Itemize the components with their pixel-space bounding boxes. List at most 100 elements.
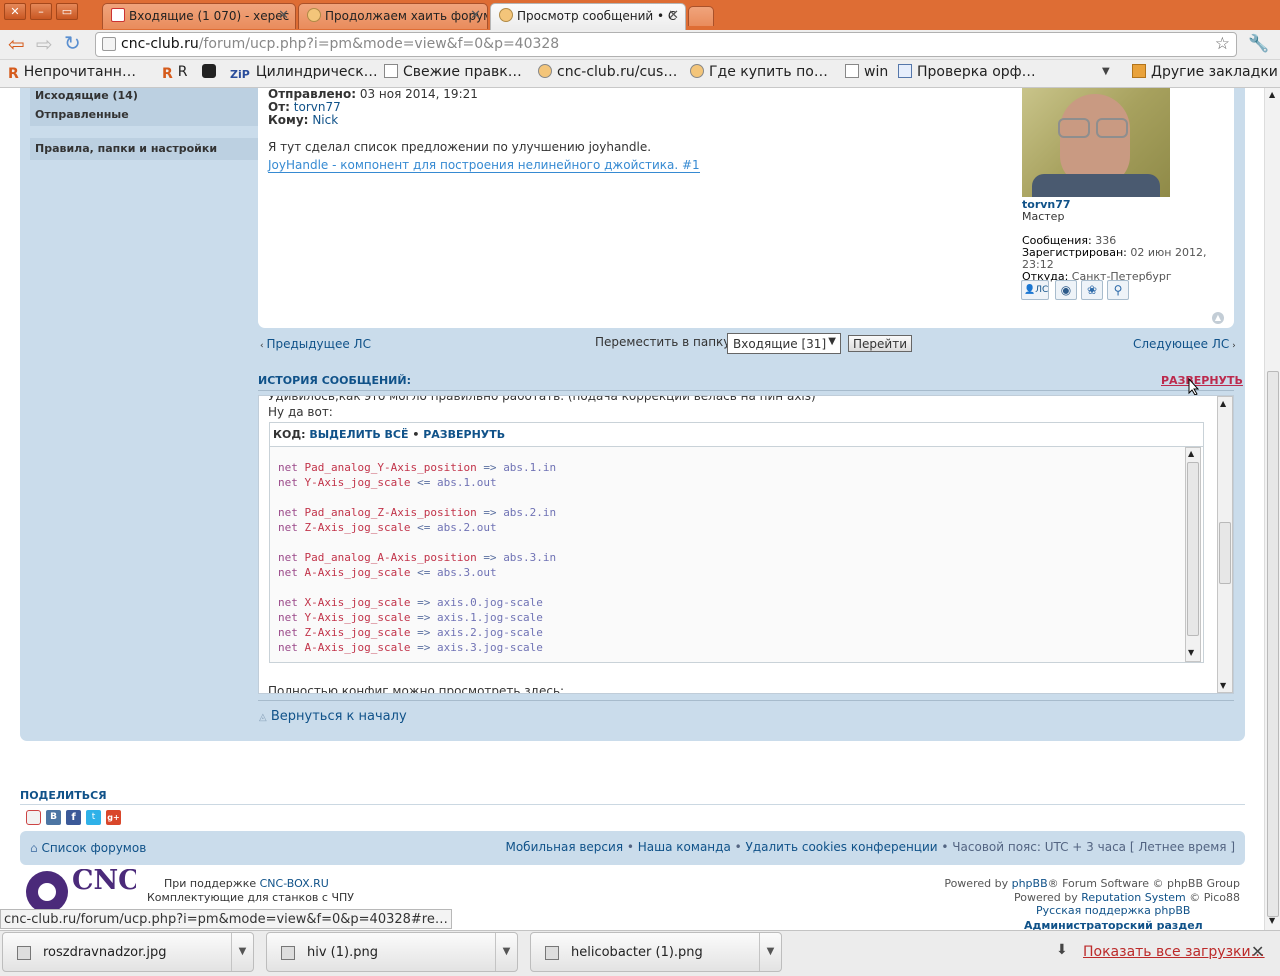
to-link[interactable]: Nick: [312, 113, 338, 127]
team-link[interactable]: Наша команда: [638, 840, 731, 854]
minimize-window-icon[interactable]: –: [30, 3, 52, 20]
code-scroll-thumb[interactable]: [1187, 462, 1199, 636]
back-icon[interactable]: ⇦: [8, 34, 25, 54]
cnc-box-link[interactable]: CNC-BOX.RU: [260, 877, 329, 890]
bookmark-item[interactable]: win: [845, 64, 888, 80]
next-pm-link[interactable]: Следующее ЛС ›: [1133, 337, 1236, 351]
close-tab-icon[interactable]: ✕: [278, 8, 289, 23]
page-scroll-thumb[interactable]: [1267, 371, 1279, 917]
scroll-up-icon[interactable]: ▲: [1220, 399, 1226, 408]
prev-pm-link[interactable]: ‹ Предыдущее ЛС: [260, 337, 371, 351]
code-header: КОД: ВЫДЕЛИТЬ ВСЁ • РАЗВЕРНУТЬ: [270, 423, 1203, 447]
phpbb-link[interactable]: phpBB: [1012, 877, 1048, 890]
expand-history-link[interactable]: РАЗВЕРНУТЬ: [1161, 374, 1243, 387]
sidebar-item-sent[interactable]: Отправленные: [30, 104, 258, 126]
next-pm-label: Следующее ЛС: [1133, 337, 1230, 351]
close-tab-icon[interactable]: ✕: [668, 8, 679, 23]
history-scroll-thumb[interactable]: [1219, 522, 1231, 584]
bookmark-item[interactable]: [202, 64, 221, 80]
code-token: Y-Axis_jog_scale: [304, 611, 411, 624]
scroll-down-icon[interactable]: ▼: [1220, 681, 1226, 690]
new-tab-button[interactable]: [688, 6, 714, 26]
delete-cookies-link[interactable]: Удалить cookies конференции: [746, 840, 938, 854]
tab-messages[interactable]: Просмотр сообщений • С ✕: [490, 3, 686, 30]
scroll-up-icon[interactable]: ▲: [1269, 90, 1275, 99]
scroll-down-icon[interactable]: ▼: [1188, 648, 1194, 657]
download-item[interactable]: roszdravnadzor.jpg ▼: [2, 932, 254, 972]
history-scrollbar[interactable]: ▲ ▼: [1217, 396, 1233, 693]
code-scrollbar[interactable]: ▲ ▼: [1185, 447, 1201, 662]
twitter-icon[interactable]: t: [86, 810, 101, 825]
facebook-icon[interactable]: f: [66, 810, 81, 825]
tab-title: Просмотр сообщений • С: [517, 9, 677, 23]
avatar-glasses: [1096, 118, 1128, 138]
vk-icon[interactable]: В: [46, 810, 61, 825]
forum-list-link[interactable]: ⌂ Список форумов: [30, 841, 146, 855]
bookmark-item[interactable]: Где купить по…: [690, 64, 828, 80]
go-button[interactable]: Перейти: [848, 335, 912, 352]
close-icon[interactable]: ✕: [1251, 942, 1264, 961]
code-line: net Pad_analog_A-Axis_position => abs.3.…: [278, 550, 1185, 565]
star-icon[interactable]: ☆: [1215, 34, 1230, 54]
bookmark-item[interactable]: Проверка орф…: [898, 64, 1036, 80]
share-mail-icon[interactable]: [26, 810, 41, 825]
message-link[interactable]: JoyHandle - компонент для построения нел…: [268, 158, 700, 173]
scroll-down-icon[interactable]: ▼: [1269, 916, 1275, 925]
code-token: =>: [483, 506, 497, 519]
russian-support-link[interactable]: Русская поддержка phpBB: [1036, 904, 1190, 917]
move-label: Переместить в папку:: [595, 335, 735, 349]
wrench-icon[interactable]: 🔧: [1248, 34, 1269, 54]
select-all-link[interactable]: ВЫДЕЛИТЬ ВСЁ: [309, 428, 408, 441]
close-tab-icon[interactable]: ✕: [470, 8, 481, 23]
from-link[interactable]: torvn77: [294, 100, 341, 114]
back-to-top-link[interactable]: ◬ Вернуться к началу: [259, 709, 407, 724]
expand-code-link[interactable]: РАЗВЕРНУТЬ: [423, 428, 505, 441]
code-token: Pad_analog_A-Axis_position: [304, 551, 477, 564]
bookmark-item[interactable]: cnc-club.ru/cus…: [538, 64, 677, 80]
bookmark-label: win: [864, 64, 889, 80]
forward-icon[interactable]: ⇨: [36, 34, 53, 54]
bookmark-item[interactable]: Свежие правк…: [384, 64, 522, 80]
other-bookmarks[interactable]: Другие закладки: [1132, 64, 1278, 80]
page-scrollbar[interactable]: ▲ ▼: [1264, 88, 1280, 930]
sidebar-item-rules[interactable]: Правила, папки и настройки: [30, 138, 258, 160]
code-token: =>: [483, 551, 497, 564]
pm-label: ЛС: [1035, 285, 1049, 295]
jabber-icon[interactable]: ⚲: [1107, 280, 1129, 300]
bookmark-item[interactable]: R Непрочитанн…: [8, 64, 136, 82]
google-plus-icon[interactable]: g+: [106, 810, 121, 825]
icq-icon[interactable]: ❀: [1081, 280, 1103, 300]
folder-select[interactable]: Входящие [31] ▼: [727, 333, 841, 354]
globe-icon[interactable]: ◉: [1055, 280, 1077, 300]
bullet: •: [412, 428, 420, 441]
pm-button[interactable]: 👤ЛС: [1021, 280, 1049, 300]
mobile-version-link[interactable]: Мобильная версия: [505, 840, 623, 854]
chevron-down-icon[interactable]: ▼: [495, 933, 517, 971]
avatar-face: [1060, 94, 1130, 186]
avatar[interactable]: [1022, 88, 1170, 197]
code-token: abs.1.out: [436, 476, 497, 489]
prev-pm-label: Предыдущее ЛС: [266, 337, 371, 351]
admin-link[interactable]: Администраторский раздел: [1024, 919, 1203, 930]
tab-gmail[interactable]: Входящие (1 070) - херес ✕: [102, 3, 296, 29]
reputation-link[interactable]: Reputation System: [1081, 891, 1186, 904]
reload-icon[interactable]: ↻: [64, 33, 81, 53]
chevron-down-icon[interactable]: ▼: [759, 933, 781, 971]
bookmark-item[interactable]: ZiP Цилиндрическ…: [230, 64, 378, 82]
bookmark-item[interactable]: RR: [162, 64, 188, 82]
download-item[interactable]: helicobacter (1).png ▼: [530, 932, 782, 972]
top-arrow-icon[interactable]: ▲: [1212, 312, 1224, 324]
code-token: net: [278, 611, 298, 624]
chevron-down-icon[interactable]: ▼: [231, 933, 253, 971]
code-line: net A-Axis_jog_scale => axis.3.jog-scale: [278, 640, 1185, 655]
bookmarks-overflow-chevron-icon[interactable]: ▼: [1102, 66, 1110, 77]
scroll-up-icon[interactable]: ▲: [1188, 449, 1194, 458]
address-bar[interactable]: cnc-club.ru/forum/ucp.php?i=pm&mode=view…: [95, 32, 1237, 57]
tab-forum[interactable]: Продолжаем хаить форум ✕: [298, 3, 488, 29]
download-item[interactable]: hiv (1).png ▼: [266, 932, 518, 972]
back-to-top-label: Вернуться к началу: [270, 709, 407, 724]
maximize-window-icon[interactable]: ▭: [56, 3, 78, 20]
show-all-downloads-link[interactable]: Показать все загрузки…: [1083, 944, 1265, 960]
close-window-icon[interactable]: ✕: [4, 3, 26, 20]
